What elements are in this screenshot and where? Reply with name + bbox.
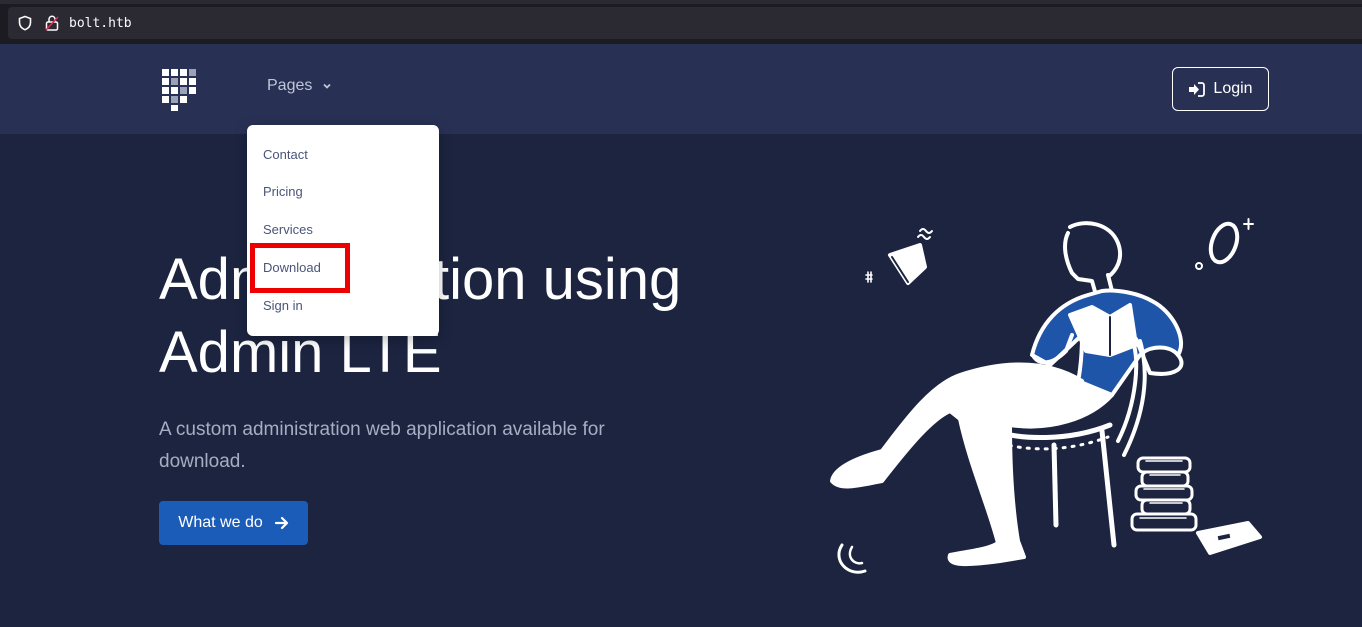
lock-icon[interactable]: [45, 15, 59, 31]
shield-icon[interactable]: [17, 15, 33, 31]
dropdown-item-services[interactable]: Services: [263, 222, 313, 237]
nav-pages-dropdown-toggle[interactable]: Pages: [267, 77, 332, 95]
address-bar[interactable]: bolt.htb: [8, 7, 1362, 39]
sign-in-icon: [1189, 81, 1206, 97]
dropdown-item-pricing[interactable]: Pricing: [263, 184, 303, 199]
hero-subtitle: A custom administration web application …: [159, 419, 605, 472]
arrow-right-icon: [274, 516, 288, 530]
site-header: Pages Login: [0, 44, 1362, 134]
dropdown-item-sign-in[interactable]: Sign in: [263, 298, 303, 313]
browser-toolbar: bolt.htb: [0, 0, 1362, 44]
nav-pages-label: Pages: [267, 77, 313, 94]
login-button[interactable]: Login: [1172, 67, 1269, 111]
pages-dropdown-menu: Contact Pricing Services Download Sign i…: [247, 125, 439, 336]
grid-logo[interactable]: [162, 69, 198, 111]
what-we-do-button[interactable]: What we do: [159, 501, 308, 545]
chevron-down-icon: [323, 83, 332, 89]
url-text[interactable]: bolt.htb: [69, 16, 132, 31]
reading-person-illustration: [830, 218, 1262, 574]
dropdown-item-contact[interactable]: Contact: [263, 147, 308, 162]
login-label: Login: [1213, 80, 1253, 97]
cta-label: What we do: [178, 514, 263, 531]
download-highlight-box: [250, 243, 350, 293]
